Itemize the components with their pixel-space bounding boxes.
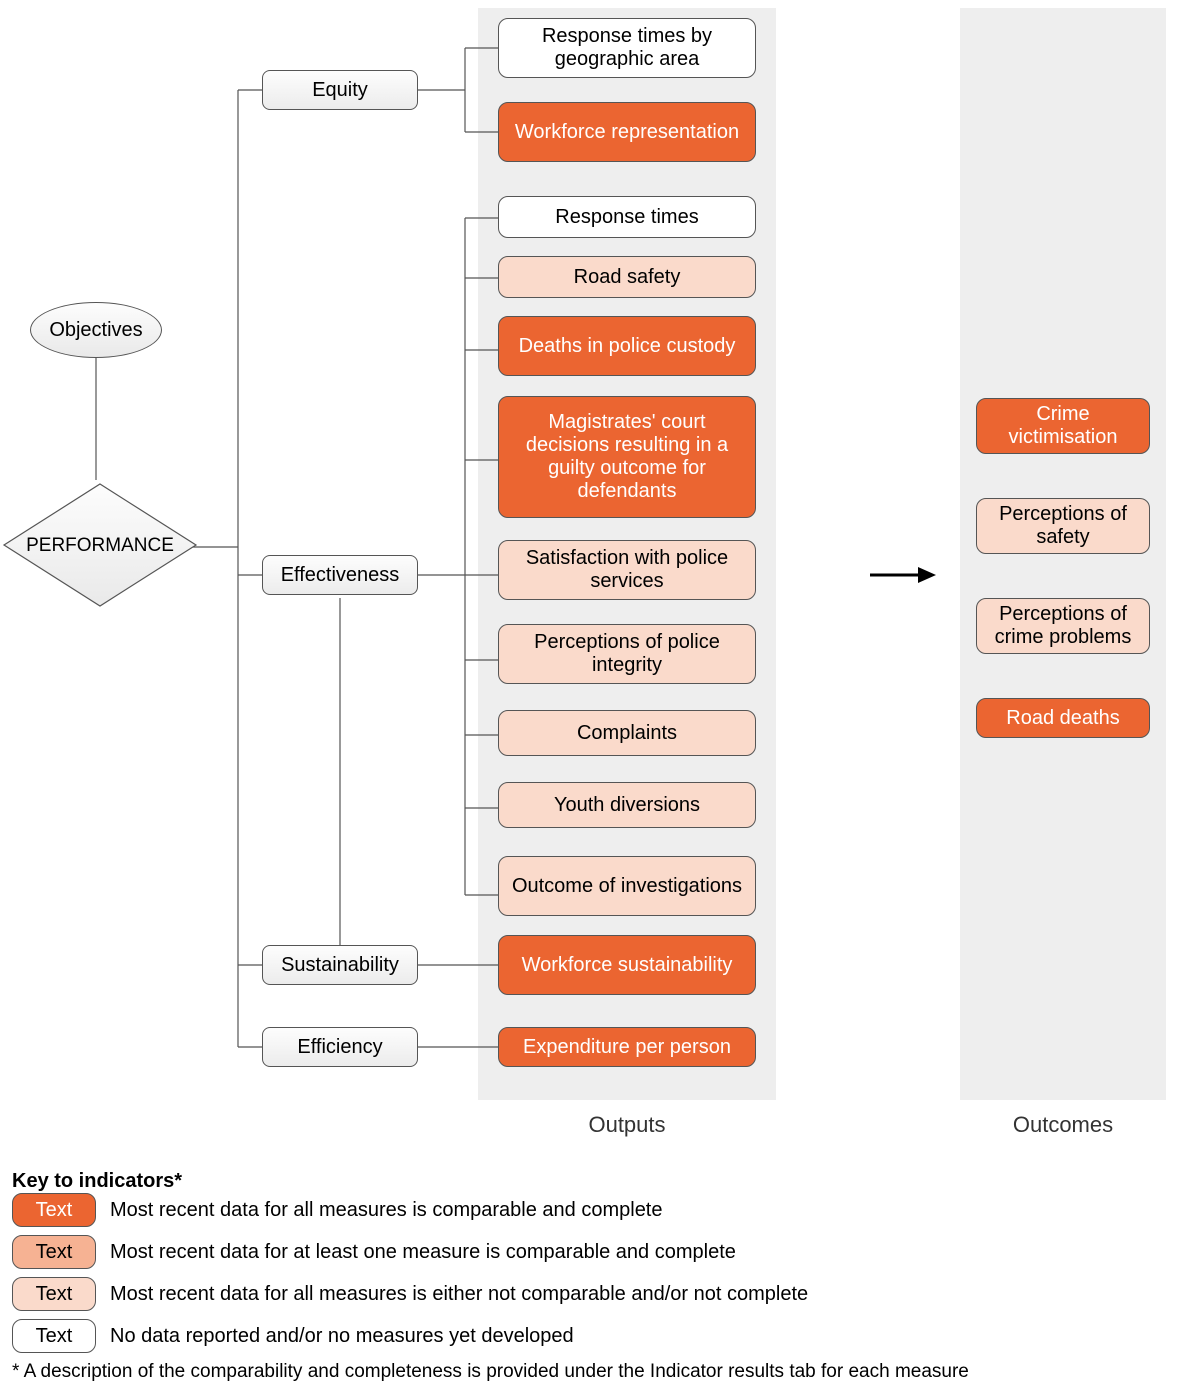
output-workforce-sustainability: Workforce sustainability <box>498 935 756 995</box>
key-item-part: Text Most recent data for at least one m… <box>12 1235 1172 1269</box>
key-item-full: Text Most recent data for all measures i… <box>12 1193 1172 1227</box>
diagram-canvas: Objectives PERFORMANCE Equity Effectiven… <box>0 0 1189 1393</box>
output-road-safety: Road safety <box>498 256 756 298</box>
output-expenditure-per-person: Expenditure per person <box>498 1027 756 1067</box>
outcome-perceptions-crime-problems: Perceptions of crime problems <box>976 598 1150 654</box>
key-swatch-weak: Text <box>12 1277 96 1311</box>
category-effectiveness: Effectiveness <box>262 555 418 595</box>
output-response-times: Response times <box>498 196 756 238</box>
objectives-node: Objectives <box>30 302 162 358</box>
output-magistrates-court: Magistrates' court decisions resulting i… <box>498 396 756 518</box>
key-title: Key to indicators* <box>12 1170 1172 1193</box>
outcome-perceptions-safety: Perceptions of safety <box>976 498 1150 554</box>
output-workforce-representation: Workforce representation <box>498 102 756 162</box>
key-desc-none: No data reported and/or no measures yet … <box>110 1325 574 1348</box>
category-efficiency: Efficiency <box>262 1027 418 1067</box>
output-satisfaction-police: Satisfaction with police services <box>498 540 756 600</box>
key-swatch-full: Text <box>12 1193 96 1227</box>
output-deaths-in-custody: Deaths in police custody <box>498 316 756 376</box>
key-desc-part: Most recent data for at least one measur… <box>110 1241 736 1264</box>
category-equity: Equity <box>262 70 418 110</box>
key-desc-weak: Most recent data for all measures is eit… <box>110 1283 808 1306</box>
category-sustainability: Sustainability <box>262 945 418 985</box>
key-item-weak: Text Most recent data for all measures i… <box>12 1277 1172 1311</box>
outcome-road-deaths: Road deaths <box>976 698 1150 738</box>
outcomes-label: Outcomes <box>960 1112 1166 1138</box>
outcomes-column-bg <box>960 8 1166 1100</box>
key-block: Key to indicators* Text Most recent data… <box>12 1170 1172 1383</box>
output-complaints: Complaints <box>498 710 756 756</box>
outputs-label: Outputs <box>478 1112 776 1138</box>
output-perceptions-integrity: Perceptions of police integrity <box>498 624 756 684</box>
performance-label: PERFORMANCE <box>0 532 200 560</box>
output-response-times-geo: Response times by geographic area <box>498 18 756 78</box>
key-swatch-none: Text <box>12 1319 96 1353</box>
key-swatch-part: Text <box>12 1235 96 1269</box>
output-youth-diversions: Youth diversions <box>498 782 756 828</box>
key-footnote: * A description of the comparability and… <box>12 1361 1172 1383</box>
outcome-crime-victimisation: Crime victimisation <box>976 398 1150 454</box>
key-desc-full: Most recent data for all measures is com… <box>110 1199 663 1222</box>
key-item-none: Text No data reported and/or no measures… <box>12 1319 1172 1353</box>
output-outcome-investigations: Outcome of investigations <box>498 856 756 916</box>
